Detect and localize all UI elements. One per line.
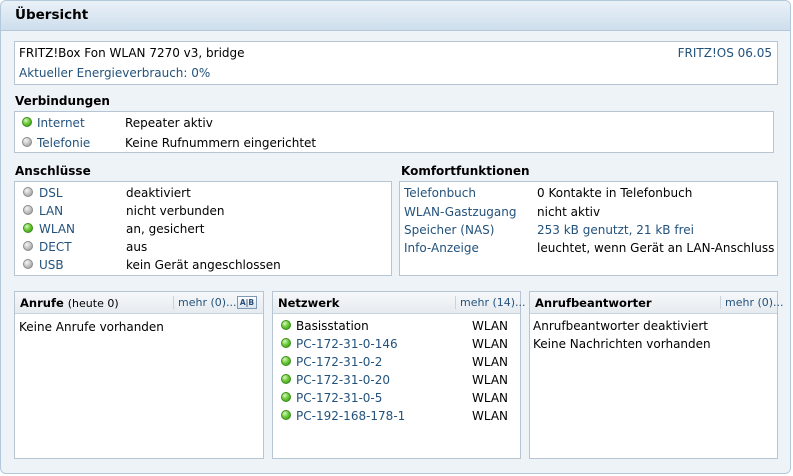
- calls-more-link[interactable]: mehr (0)...: [173, 296, 237, 309]
- network-device-status-icon: [281, 410, 291, 420]
- lan-status-icon: [23, 205, 33, 215]
- network-device-link[interactable]: PC-172-31-0-5: [296, 391, 382, 405]
- network-device-type: WLAN: [472, 373, 509, 387]
- calls-panel-header: Anrufe (heute 0) mehr (0)... A|B: [15, 292, 263, 314]
- dsl-status-icon: [23, 187, 33, 197]
- device-info-box: FRITZ!Box Fon WLAN 7270 v3, bridge FRITZ…: [14, 41, 778, 85]
- wlan-status-icon: [23, 223, 33, 233]
- port-lan-link[interactable]: LAN: [39, 204, 63, 218]
- title-bar: Übersicht: [1, 1, 790, 31]
- comfort-nas-link[interactable]: Speicher (NAS): [404, 223, 494, 237]
- os-version-link[interactable]: FRITZ!OS 06.05: [678, 46, 772, 60]
- network-device-type: WLAN: [472, 337, 509, 351]
- network-device-status-icon: [281, 356, 291, 366]
- telephony-status-icon: [22, 137, 32, 147]
- network-device-link[interactable]: PC-172-31-0-20: [296, 373, 390, 387]
- network-device-link[interactable]: PC-172-31-0-146: [296, 337, 398, 351]
- network-panel-header: Netzwerk mehr (14)...: [273, 292, 526, 314]
- page-title: Übersicht: [15, 7, 89, 23]
- comfort-box: Telefonbuch 0 Kontakte in Telefonbuch WL…: [399, 181, 778, 276]
- network-panel: Netzwerk mehr (14)... Basisstation WLAN …: [272, 291, 526, 459]
- network-device-type: WLAN: [472, 319, 509, 333]
- dect-status-icon: [23, 241, 33, 251]
- connection-internet-value: Repeater aktiv: [125, 116, 213, 130]
- answering-machine-panel: Anrufbeantworter mehr (0)... Anrufbeantw…: [529, 291, 784, 459]
- ports-title: Anschlüsse: [15, 164, 91, 178]
- port-wlan-link[interactable]: WLAN: [39, 222, 75, 236]
- internet-status-icon: [22, 117, 32, 127]
- comfort-nas-value[interactable]: 253 kB genutzt, 21 kB frei: [537, 223, 694, 237]
- usb-status-icon: [23, 259, 33, 269]
- comfort-info-display-value: leuchtet, wenn Gerät an LAN-Anschluss: [537, 241, 775, 255]
- network-more-link[interactable]: mehr (14)...: [455, 296, 526, 309]
- connections-box: Internet Repeater aktiv Telefonie Keine …: [14, 111, 774, 153]
- network-device-status-icon: [281, 320, 291, 330]
- calls-title-text: Anrufe: [20, 296, 64, 310]
- connections-title: Verbindungen: [15, 94, 110, 108]
- network-device-type: WLAN: [472, 409, 509, 423]
- calls-subtitle: (heute 0): [67, 297, 119, 310]
- network-device-status-icon: [281, 392, 291, 402]
- port-wlan-value: an, gesichert: [126, 222, 205, 236]
- network-device-type: WLAN: [472, 391, 509, 405]
- port-dsl-link[interactable]: DSL: [39, 186, 63, 200]
- calls-panel: Anrufe (heute 0) mehr (0)... A|B Keine An…: [14, 291, 264, 459]
- port-lan-value: nicht verbunden: [126, 204, 225, 218]
- network-device-link[interactable]: PC-172-31-0-2: [296, 355, 382, 369]
- connection-internet-link[interactable]: Internet: [37, 116, 85, 130]
- comfort-phonebook-link[interactable]: Telefonbuch: [404, 186, 476, 200]
- phonebook-ab-icon[interactable]: A|B: [237, 296, 257, 309]
- port-dect-link[interactable]: DECT: [39, 240, 72, 254]
- comfort-guest-wlan-value: nicht aktiv: [537, 205, 601, 219]
- network-device-status-icon: [281, 374, 291, 384]
- comfort-phonebook-value: 0 Kontakte in Telefonbuch: [537, 186, 693, 200]
- calls-empty-text: Keine Anrufe vorhanden: [19, 320, 164, 334]
- port-usb-link[interactable]: USB: [39, 258, 64, 272]
- energy-usage-link[interactable]: Aktueller Energieverbrauch: 0%: [19, 66, 210, 80]
- port-dsl-value: deaktiviert: [126, 186, 191, 200]
- answering-machine-status: Anrufbeantworter deaktiviert: [533, 319, 708, 333]
- port-usb-value: kein Gerät angeschlossen: [126, 258, 281, 272]
- network-device-status-icon: [281, 338, 291, 348]
- network-title: Netzwerk: [278, 296, 340, 310]
- answering-machine-header: Anrufbeantworter mehr (0)...: [530, 292, 784, 314]
- answering-machine-messages: Keine Nachrichten vorhanden: [533, 337, 711, 351]
- connection-telephony-value: Keine Rufnummern eingerichtet: [125, 136, 317, 150]
- answering-machine-more-link[interactable]: mehr (0)...: [720, 296, 784, 309]
- network-device-type: WLAN: [472, 355, 509, 369]
- calls-title: Anrufe (heute 0): [20, 296, 119, 310]
- ports-box: DSL deaktiviert LAN nicht verbunden WLAN…: [14, 181, 392, 276]
- comfort-title: Komfortfunktionen: [401, 164, 530, 178]
- connection-telephony-link[interactable]: Telefonie: [37, 136, 90, 150]
- overview-frame: Übersicht FRITZ!Box Fon WLAN 7270 v3, br…: [0, 0, 791, 474]
- network-device-link[interactable]: PC-192-168-178-1: [296, 409, 405, 423]
- comfort-info-display-link[interactable]: Info-Anzeige: [404, 241, 479, 255]
- device-model: FRITZ!Box Fon WLAN 7270 v3, bridge: [19, 46, 245, 60]
- network-device-name: Basisstation: [296, 319, 369, 333]
- port-dect-value: aus: [126, 240, 148, 254]
- comfort-guest-wlan-link[interactable]: WLAN-Gastzugang: [404, 205, 517, 219]
- answering-machine-title: Anrufbeantworter: [535, 296, 652, 310]
